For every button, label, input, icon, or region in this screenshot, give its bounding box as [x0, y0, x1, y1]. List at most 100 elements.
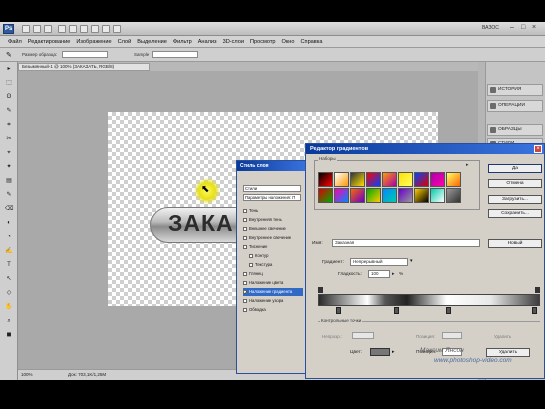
- menu-select[interactable]: Выделение: [137, 39, 167, 45]
- color-delete-button[interactable]: Удалить: [486, 348, 530, 357]
- view-extras-icon[interactable]: [44, 25, 52, 33]
- style-checkbox[interactable]: [243, 236, 247, 240]
- menu-filter[interactable]: Фильтр: [173, 39, 192, 45]
- tool-button[interactable]: ▤: [5, 178, 13, 185]
- smoothness-stepper-icon[interactable]: ▸: [392, 272, 394, 277]
- menu-layer[interactable]: Слой: [118, 39, 132, 45]
- color-stop-1[interactable]: [336, 307, 341, 314]
- layer-style-item[interactable]: Контур: [249, 252, 268, 260]
- style-checkbox[interactable]: [243, 245, 247, 249]
- tool-button[interactable]: ⌫: [5, 206, 13, 213]
- sample-size-select[interactable]: [62, 51, 108, 58]
- tool-button[interactable]: ◔: [5, 234, 13, 241]
- style-checkbox[interactable]: [243, 218, 247, 222]
- zoom-level-icon[interactable]: [58, 25, 66, 33]
- layer-style-item[interactable]: ✓ Наложение градиента: [243, 288, 303, 296]
- gradient-editor-title[interactable]: Редактор градиентов: [306, 144, 544, 154]
- menu-image[interactable]: Изображение: [76, 39, 111, 45]
- new-gradient-button[interactable]: Новый: [488, 239, 542, 248]
- styles-header[interactable]: Стили: [243, 185, 301, 192]
- gradient-preset-swatch[interactable]: [430, 172, 445, 187]
- layer-style-item[interactable]: Наложение цвета: [243, 279, 283, 287]
- style-checkbox[interactable]: [249, 263, 253, 267]
- layer-style-item[interactable]: Внутреннее свечение: [243, 234, 291, 242]
- tool-button[interactable]: ✎: [5, 108, 13, 115]
- tool-button[interactable]: ⬚: [5, 80, 13, 87]
- presets-menu-icon[interactable]: ▸: [466, 162, 469, 168]
- minibridge-icon[interactable]: [33, 25, 41, 33]
- gradient-preset-swatch[interactable]: [350, 188, 365, 203]
- gradient-preset-swatch[interactable]: [366, 172, 381, 187]
- gradient-preset-swatch[interactable]: [382, 188, 397, 203]
- gradient-preset-swatch[interactable]: [398, 188, 413, 203]
- zoom-level[interactable]: 100%: [21, 372, 33, 377]
- close-icon[interactable]: ×: [532, 24, 536, 31]
- rotate-view-icon[interactable]: [91, 25, 99, 33]
- gradient-preset-swatch[interactable]: [334, 172, 349, 187]
- stop-color-swatch[interactable]: [370, 348, 390, 356]
- maximize-icon[interactable]: □: [521, 24, 525, 31]
- style-checkbox[interactable]: [243, 281, 247, 285]
- style-checkbox[interactable]: ✓: [243, 290, 247, 295]
- smoothness-input[interactable]: 100: [368, 270, 390, 278]
- blending-options-item[interactable]: Параметры наложения: П: [243, 194, 301, 201]
- gradient-preset-swatch[interactable]: [366, 188, 381, 203]
- screen-mode-icon[interactable]: [113, 25, 121, 33]
- opacity-stop-left[interactable]: [318, 287, 323, 293]
- color-stop-2[interactable]: [394, 307, 399, 314]
- ok-button[interactable]: Да: [488, 164, 542, 173]
- gradient-preset-swatch[interactable]: [350, 172, 365, 187]
- gradient-preset-swatch[interactable]: [430, 188, 445, 203]
- color-stop-4[interactable]: [532, 307, 537, 314]
- arrange-documents-icon[interactable]: [102, 25, 110, 33]
- load-button[interactable]: Загрузить...: [488, 195, 542, 204]
- layer-style-item[interactable]: Внутренняя тень: [243, 216, 282, 224]
- hand-tool-icon[interactable]: [69, 25, 77, 33]
- tool-button[interactable]: ⌕: [5, 318, 13, 325]
- gradient-preset-swatch[interactable]: [334, 188, 349, 203]
- style-checkbox[interactable]: [243, 308, 247, 312]
- zoom-tool-icon[interactable]: [80, 25, 88, 33]
- opacity-location-input[interactable]: [442, 332, 462, 339]
- tool-button[interactable]: ◇: [5, 290, 13, 297]
- tool-button[interactable]: ◼: [5, 332, 13, 339]
- tool-button[interactable]: ▸: [5, 66, 13, 73]
- tool-button[interactable]: ⌗: [5, 122, 13, 129]
- style-checkbox[interactable]: [243, 299, 247, 303]
- tool-button[interactable]: ✋: [5, 304, 13, 311]
- save-button[interactable]: Сохранить...: [488, 209, 542, 218]
- tool-button[interactable]: ↖: [5, 276, 13, 283]
- gradient-preset-swatch[interactable]: [414, 188, 429, 203]
- gradient-type-select[interactable]: Непрерывный: [350, 258, 408, 266]
- gradient-preset-swatch[interactable]: [382, 172, 397, 187]
- style-checkbox[interactable]: [243, 272, 247, 276]
- minimize-icon[interactable]: –: [510, 24, 514, 31]
- layer-style-title[interactable]: Стиль слоя: [237, 161, 309, 171]
- tool-button[interactable]: ⌖: [5, 150, 13, 157]
- menu-edit[interactable]: Редактирование: [28, 39, 71, 45]
- layer-style-item[interactable]: Тень: [243, 207, 258, 215]
- gradient-preset-swatch[interactable]: [446, 188, 461, 203]
- workspace-switcher[interactable]: ВАЗОС: [482, 25, 499, 31]
- layer-style-item[interactable]: Глянец: [243, 270, 263, 278]
- cancel-button[interactable]: Отмена: [488, 179, 542, 188]
- color-dropdown-icon[interactable]: ▸: [392, 349, 395, 355]
- gradient-name-input[interactable]: Заказная: [332, 239, 480, 247]
- opacity-input[interactable]: [352, 332, 374, 339]
- menu-analysis[interactable]: Анализ: [198, 39, 217, 45]
- layer-style-item[interactable]: Обводка: [243, 306, 266, 314]
- menu-file[interactable]: Файл: [8, 39, 22, 45]
- menu-3d[interactable]: 3D-слои: [223, 39, 244, 45]
- tool-button[interactable]: ◐: [5, 220, 13, 227]
- gradient-preset-swatch[interactable]: [398, 172, 413, 187]
- eyedropper-tool-icon[interactable]: ✎: [6, 51, 12, 59]
- gradient-preview-bar[interactable]: [318, 294, 540, 306]
- gradient-preset-swatch[interactable]: [414, 172, 429, 187]
- layer-style-item[interactable]: Наложение узора: [243, 297, 283, 305]
- style-checkbox[interactable]: [249, 254, 253, 258]
- layer-style-item[interactable]: Текстура: [249, 261, 272, 269]
- tool-button[interactable]: ✎: [5, 192, 13, 199]
- tool-button[interactable]: T: [5, 262, 13, 269]
- opacity-stop-right[interactable]: [535, 287, 540, 293]
- menu-help[interactable]: Справка: [301, 39, 323, 45]
